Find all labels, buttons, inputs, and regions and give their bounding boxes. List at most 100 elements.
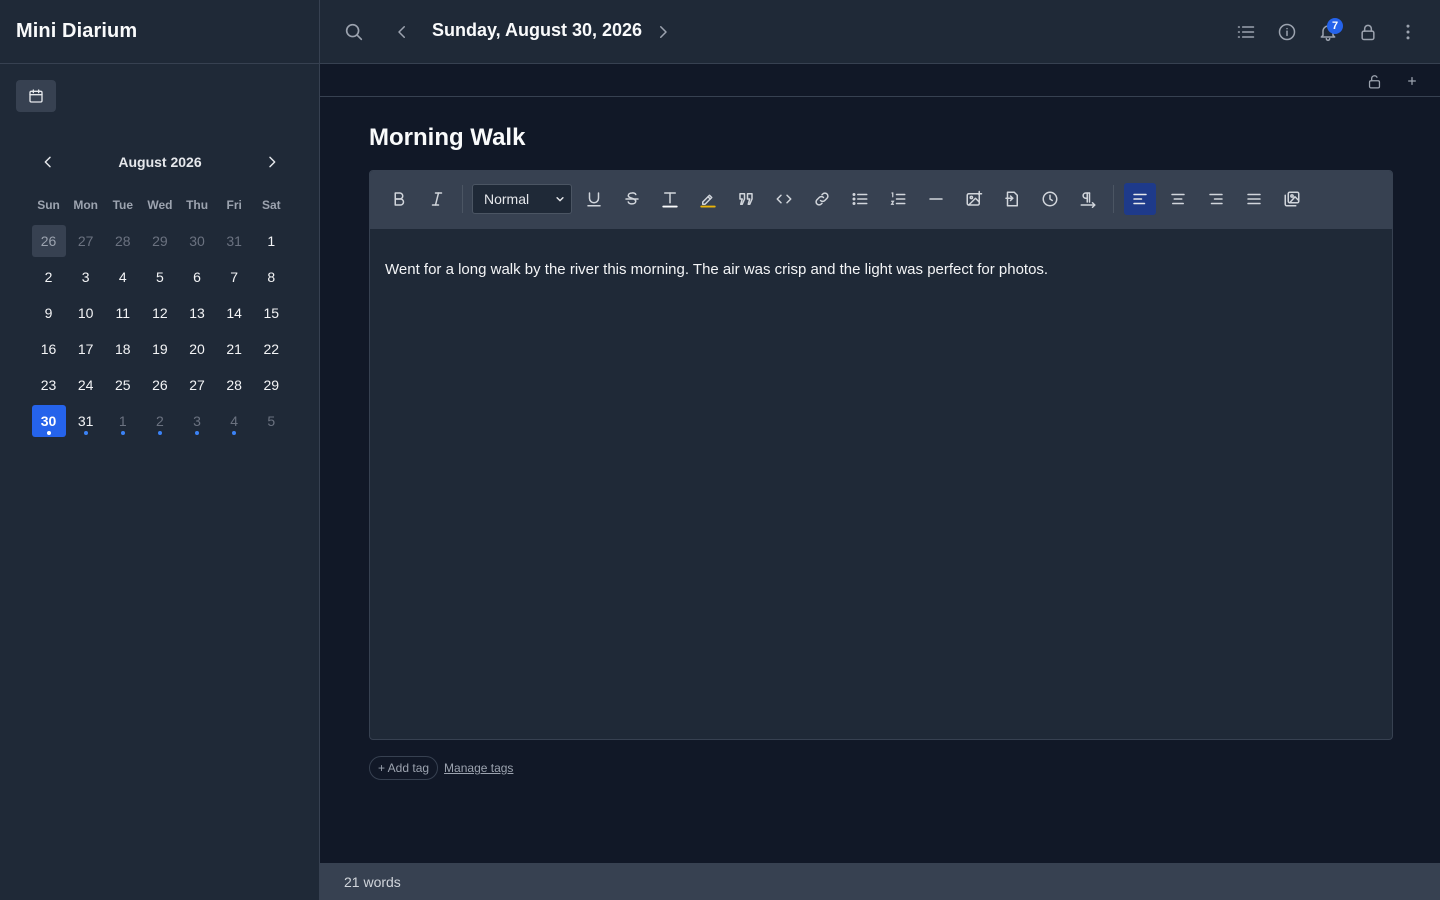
calendar-day[interactable]: 20 xyxy=(179,331,216,367)
calendar-day-number: 22 xyxy=(254,333,288,365)
calendar-day[interactable]: 30 xyxy=(179,223,216,259)
info-button[interactable] xyxy=(1273,18,1301,46)
italic-button[interactable] xyxy=(421,183,453,215)
calendar-day[interactable]: 31 xyxy=(67,403,104,439)
calendar-day[interactable]: 24 xyxy=(67,367,104,403)
calendar-day-label: 30 xyxy=(40,413,57,429)
calendar-day[interactable]: 1 xyxy=(104,403,141,439)
previous-day-button[interactable] xyxy=(388,18,416,46)
ordered-list-button[interactable] xyxy=(882,183,914,215)
calendar-toggle-button[interactable] xyxy=(16,80,56,112)
calendar-day[interactable]: 15 xyxy=(253,295,290,331)
entries-list-button[interactable] xyxy=(1232,18,1260,46)
calendar-day[interactable]: 27 xyxy=(179,367,216,403)
calendar-day[interactable]: 13 xyxy=(179,295,216,331)
timestamp-button[interactable] xyxy=(1034,183,1066,215)
calendar-day[interactable]: 11 xyxy=(104,295,141,331)
italic-icon xyxy=(428,190,446,208)
horizontal-rule-button[interactable] xyxy=(920,183,952,215)
highlight-button[interactable] xyxy=(692,183,724,215)
calendar-day[interactable]: 3 xyxy=(67,259,104,295)
calendar-day[interactable]: 23 xyxy=(30,367,67,403)
calendar-day[interactable]: 16 xyxy=(30,331,67,367)
word-count: 21 words xyxy=(344,873,401,890)
calendar-day[interactable]: 25 xyxy=(104,367,141,403)
insert-image-button[interactable] xyxy=(958,183,990,215)
calendar-day[interactable]: 4 xyxy=(216,403,253,439)
info-icon xyxy=(1277,22,1297,42)
calendar-day[interactable]: 22 xyxy=(253,331,290,367)
calendar-day[interactable]: 19 xyxy=(141,331,178,367)
calendar-day[interactable]: 1 xyxy=(253,223,290,259)
calendar-weekday-header: Fri xyxy=(226,198,242,212)
calendar-day[interactable]: 14 xyxy=(216,295,253,331)
calendar-day[interactable]: 28 xyxy=(104,223,141,259)
more-menu-button[interactable] xyxy=(1394,18,1422,46)
calendar-month-label: August 2026 xyxy=(118,154,202,170)
bold-button[interactable] xyxy=(383,183,415,215)
calendar-day-label: 14 xyxy=(226,305,242,321)
calendar-day-number: 31 xyxy=(69,405,103,437)
calendar-icon xyxy=(28,88,44,104)
add-entry-button[interactable] xyxy=(1402,69,1422,93)
calendar-day[interactable]: 10 xyxy=(67,295,104,331)
text-color-button[interactable] xyxy=(654,183,686,215)
entry-lock-button[interactable] xyxy=(1362,69,1386,93)
underline-button[interactable] xyxy=(578,183,610,215)
calendar-day[interactable]: 12 xyxy=(141,295,178,331)
calendar-day[interactable]: 8 xyxy=(253,259,290,295)
justify-button[interactable] xyxy=(1238,183,1270,215)
text-direction-button[interactable] xyxy=(1072,183,1104,215)
calendar-day[interactable]: 18 xyxy=(104,331,141,367)
calendar-day-number: 8 xyxy=(254,261,288,293)
status-bar: 21 words xyxy=(320,863,1440,900)
align-right-button[interactable] xyxy=(1200,183,1232,215)
calendar-day[interactable]: 26 xyxy=(30,223,67,259)
more-vertical-icon xyxy=(1398,22,1418,42)
calendar-day[interactable]: 21 xyxy=(216,331,253,367)
bullet-list-icon xyxy=(851,190,869,208)
lock-journal-button[interactable] xyxy=(1354,18,1382,46)
calendar-day[interactable]: 31 xyxy=(216,223,253,259)
calendar-day[interactable]: 5 xyxy=(141,259,178,295)
quote-button[interactable] xyxy=(730,183,762,215)
calendar-day[interactable]: 28 xyxy=(216,367,253,403)
calendar-day[interactable]: 6 xyxy=(179,259,216,295)
calendar-day-number: 18 xyxy=(106,333,140,365)
calendar-day[interactable]: 4 xyxy=(104,259,141,295)
calendar-day[interactable]: 5 xyxy=(253,403,290,439)
calendar-day[interactable]: 3 xyxy=(179,403,216,439)
align-left-button[interactable] xyxy=(1124,183,1156,215)
next-day-button[interactable] xyxy=(649,18,677,46)
bullet-list-button[interactable] xyxy=(844,183,876,215)
gallery-button[interactable] xyxy=(1276,183,1308,215)
calendar-prev-month-button[interactable] xyxy=(30,146,66,178)
calendar-day[interactable]: 2 xyxy=(141,403,178,439)
block-format-select[interactable]: Normal xyxy=(472,184,572,214)
calendar-day[interactable]: 27 xyxy=(67,223,104,259)
calendar-day-label: 7 xyxy=(230,269,239,285)
manage-tags-link[interactable]: Manage tags xyxy=(444,761,513,775)
import-button[interactable] xyxy=(996,183,1028,215)
editor-content[interactable]: Went for a long walk by the river this m… xyxy=(370,229,1392,311)
calendar-day-number: 27 xyxy=(69,225,103,257)
strikethrough-button[interactable] xyxy=(616,183,648,215)
calendar-day[interactable]: 29 xyxy=(253,367,290,403)
search-button[interactable] xyxy=(338,18,370,46)
calendar-day-label: 2 xyxy=(156,413,164,429)
calendar-day[interactable]: 26 xyxy=(141,367,178,403)
chevron-right-icon xyxy=(654,23,672,41)
calendar-next-month-button[interactable] xyxy=(254,146,290,178)
code-icon xyxy=(775,190,793,208)
add-tag-button[interactable]: + Add tag xyxy=(369,756,439,780)
entry-title[interactable]: Morning Walk xyxy=(369,124,525,152)
align-center-button[interactable] xyxy=(1162,183,1194,215)
link-button[interactable] xyxy=(806,183,838,215)
calendar-day[interactable]: 30 xyxy=(30,403,67,439)
calendar-day[interactable]: 7 xyxy=(216,259,253,295)
calendar-day[interactable]: 17 xyxy=(67,331,104,367)
calendar-day[interactable]: 9 xyxy=(30,295,67,331)
calendar-day[interactable]: 29 xyxy=(141,223,178,259)
calendar-day[interactable]: 2 xyxy=(30,259,67,295)
code-button[interactable] xyxy=(768,183,800,215)
